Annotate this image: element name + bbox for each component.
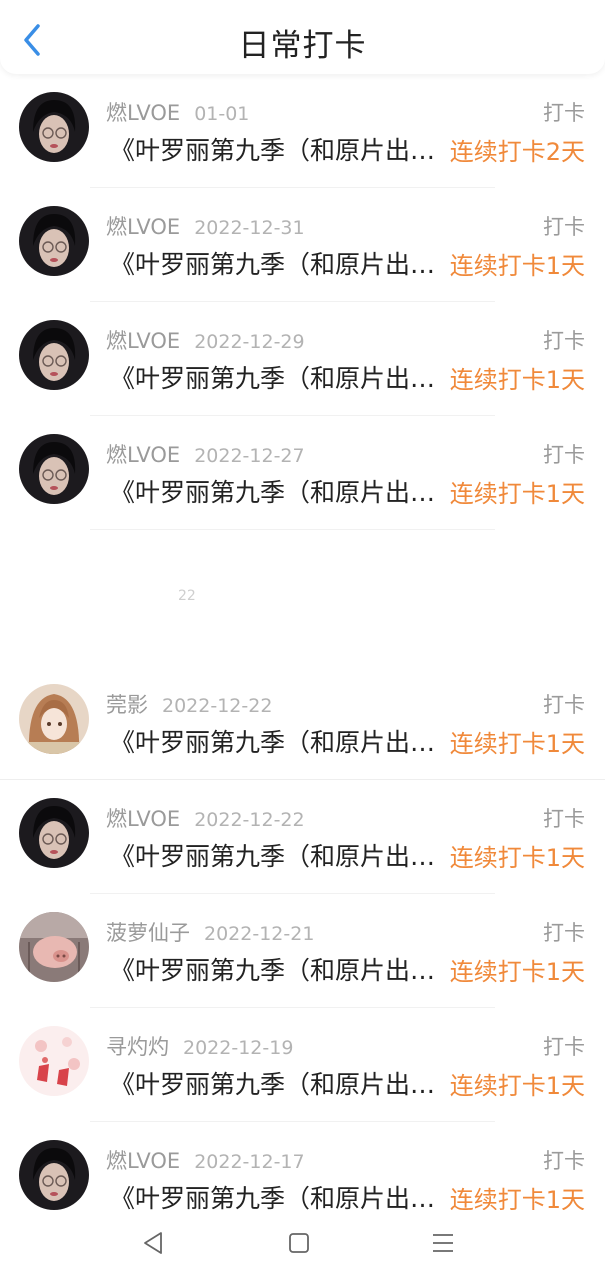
list-item[interactable]: 燃LVOE2022-12-31 打卡 《叶罗丽第九季（和原片出入较大）》 连续打… [0,188,605,302]
list-gap: 22 [0,530,605,666]
checkin-date: 2022-12-17 [194,1151,305,1173]
user-name[interactable]: 燃LVOE 01-01 [106,97,249,127]
checkin-date: 2022-12-29 [194,331,305,353]
checkin-label: 打卡 [543,329,585,353]
avatar[interactable] [19,206,89,276]
dark-hair-icon [19,434,89,504]
checkin-content[interactable]: 《叶罗丽第九季（和原片出入较大）》 [110,359,444,395]
avatar[interactable] [19,1140,89,1210]
checkin-content[interactable]: 《叶罗丽第九季（和原片出入较大）》 [110,1065,444,1101]
list-item[interactable]: 寻灼灼2022-12-19 打卡 《叶罗丽第九季（和原片出入较大）》 连续打卡1… [0,1008,605,1122]
checkin-content[interactable]: 《叶罗丽第九季（和原片出入较大）》 [110,245,444,281]
menu-lines-icon [433,1234,453,1252]
avatar[interactable] [19,92,89,162]
nav-back-button[interactable] [141,1230,167,1256]
checkin-date: 01-01 [194,103,250,125]
streak-badge: 连续打卡2天 [449,138,585,166]
avatar[interactable] [19,912,89,982]
user-name[interactable]: 寻灼灼 2022-12-19 [106,1031,293,1061]
streak-badge: 连续打卡1天 [449,844,585,872]
gap-marker: 22 [178,588,196,604]
page-title: 日常打卡 [238,28,367,64]
checkin-date: 2022-12-22 [194,809,305,831]
checkin-date: 2022-12-27 [194,445,305,467]
back-triangle-icon [144,1232,162,1254]
pig-icon [19,912,89,982]
home-square-icon [289,1233,309,1253]
list-item[interactable]: 燃LVOE2022-12-27 打卡 《叶罗丽第九季（和原片出入较大）》 连续打… [0,416,605,530]
checkin-date: 2022-12-21 [204,923,315,945]
checkin-content[interactable]: 《叶罗丽第九季（和原片出入较大）》 [110,723,444,759]
list-item[interactable]: 燃LVOE01-01 打卡 《叶罗丽第九季（和原片出入较大）》 连续打卡2天 [0,74,605,188]
dark-hair-icon [19,798,89,868]
avatar[interactable] [19,798,89,868]
streak-badge: 连续打卡1天 [449,730,585,758]
checkin-label: 打卡 [543,807,585,831]
checkin-content[interactable]: 《叶罗丽第九季（和原片出入较大）》 [110,837,444,873]
dark-hair-icon [19,92,89,162]
avatar[interactable] [19,1026,89,1096]
avatar[interactable] [19,434,89,504]
user-name[interactable]: 燃LVOE 2022-12-29 [106,325,305,355]
list-item[interactable]: 莞影2022-12-22 打卡 《叶罗丽第九季（和原片出入较大）》 连续打卡1天 [0,666,605,780]
avatar[interactable] [19,684,89,754]
checkin-label: 打卡 [543,215,585,239]
streak-badge: 连续打卡1天 [449,1072,585,1100]
checkin-content[interactable]: 《叶罗丽第九季（和原片出入较大）》 [110,473,444,509]
anime-girl-icon [19,684,89,754]
checkin-content[interactable]: 《叶罗丽第九季（和原片出入较大）》 [110,951,444,987]
dark-hair-icon [19,320,89,390]
checkin-label: 打卡 [543,1035,585,1059]
header-bar: 日常打卡 [0,0,605,74]
streak-badge: 连续打卡1天 [449,480,585,508]
user-name[interactable]: 燃LVOE 2022-12-31 [106,211,305,241]
nav-menu-button[interactable] [430,1230,456,1256]
list-item[interactable]: 燃LVOE2022-12-29 打卡 《叶罗丽第九季（和原片出入较大）》 连续打… [0,302,605,416]
checkin-label: 打卡 [543,693,585,717]
checkin-date: 2022-12-22 [162,695,273,717]
user-name[interactable]: 燃LVOE 2022-12-17 [106,1145,305,1175]
user-name[interactable]: 菠萝仙子 2022-12-21 [106,917,314,947]
checkin-label: 打卡 [543,101,585,125]
avatar[interactable] [19,320,89,390]
streak-badge: 连续打卡1天 [449,252,585,280]
checkin-list[interactable]: 燃LVOE01-01 打卡 《叶罗丽第九季（和原片出入较大）》 连续打卡2天 燃… [0,74,605,1236]
user-name[interactable]: 燃LVOE 2022-12-27 [106,439,305,469]
checkin-date: 2022-12-19 [183,1037,294,1059]
streak-badge: 连续打卡1天 [449,958,585,986]
checkin-content[interactable]: 《叶罗丽第九季（和原片出入较大）》 [110,131,444,167]
list-item[interactable]: 菠萝仙子2022-12-21 打卡 《叶罗丽第九季（和原片出入较大）》 连续打卡… [0,894,605,1008]
user-name[interactable]: 莞影 2022-12-22 [106,689,272,719]
pink-flower-icon [19,1026,89,1096]
system-navbar [0,1210,605,1280]
user-name[interactable]: 燃LVOE 2022-12-22 [106,803,305,833]
checkin-label: 打卡 [543,1149,585,1173]
checkin-label: 打卡 [543,443,585,467]
dark-hair-icon [19,206,89,276]
list-item[interactable]: 燃LVOE2022-12-22 打卡 《叶罗丽第九季（和原片出入较大）》 连续打… [0,780,605,894]
streak-badge: 连续打卡1天 [449,366,585,394]
checkin-date: 2022-12-31 [194,217,305,239]
checkin-label: 打卡 [543,921,585,945]
dark-hair-icon [19,1140,89,1210]
nav-home-button[interactable] [286,1230,312,1256]
